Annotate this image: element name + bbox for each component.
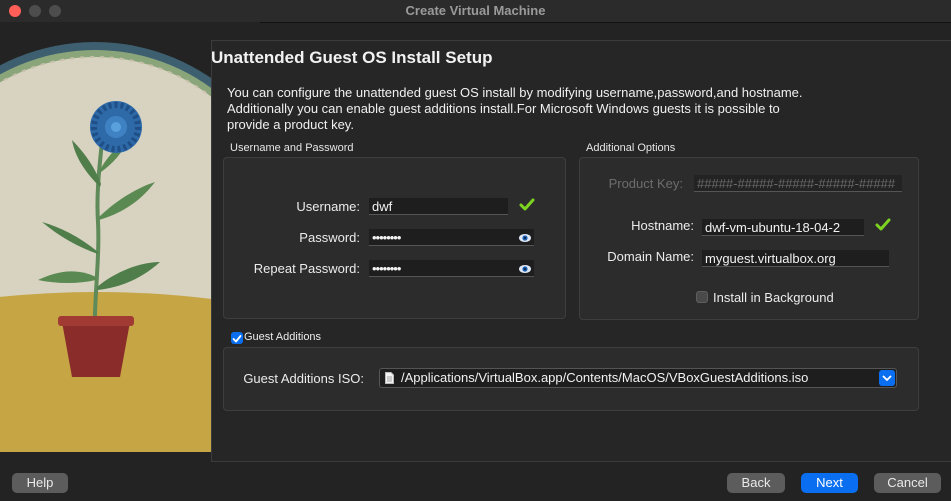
guest-additions-label: Guest Additions xyxy=(244,331,322,343)
username-field[interactable]: dwf xyxy=(369,198,508,215)
document-icon xyxy=(385,372,394,384)
chevron-down-icon xyxy=(882,375,892,381)
guest-additions-iso-selector[interactable]: /Applications/VirtualBox.app/Contents/Ma… xyxy=(379,368,897,388)
back-button[interactable]: Back xyxy=(727,473,785,493)
description-line: You can configure the unattended guest O… xyxy=(227,85,803,100)
guest-additions-checkbox[interactable] xyxy=(231,332,243,344)
password-field[interactable]: •••••••• xyxy=(369,229,534,246)
cancel-button[interactable]: Cancel xyxy=(874,473,941,493)
show-repeat-password-eye-icon[interactable] xyxy=(518,262,532,276)
guest-additions-iso-label: Guest Additions ISO: xyxy=(243,371,364,386)
show-password-eye-icon[interactable] xyxy=(518,231,532,245)
page-title: Unattended Guest OS Install Setup xyxy=(211,48,493,67)
product-key-field[interactable]: #####-#####-#####-#####-##### xyxy=(694,175,902,192)
repeat-password-label: Repeat Password: xyxy=(253,261,360,276)
domain-name-label: Domain Name: xyxy=(607,249,694,264)
description-line: provide a product key. xyxy=(227,117,354,132)
hostname-field[interactable]: dwf-vm-ubuntu-18-04-2 xyxy=(702,219,864,236)
options-group-label: Additional Options xyxy=(586,142,676,154)
checkmark-icon xyxy=(232,335,242,343)
title-bar: Create Virtual Machine xyxy=(0,0,951,23)
repeat-password-field[interactable]: •••••••• xyxy=(369,260,534,277)
next-button[interactable]: Next xyxy=(801,473,858,493)
iso-dropdown-button[interactable] xyxy=(879,370,895,386)
username-label: Username: xyxy=(296,199,360,214)
hostname-label: Hostname: xyxy=(631,218,694,233)
credentials-group-label: Username and Password xyxy=(230,142,354,154)
install-in-background-checkbox[interactable] xyxy=(696,291,708,303)
domain-name-field[interactable]: myguest.virtualbox.org xyxy=(702,250,889,267)
description-line: Additionally you can enable guest additi… xyxy=(227,101,780,116)
description-text: You can configure the unattended guest O… xyxy=(227,85,847,133)
hostname-valid-check-icon xyxy=(875,218,891,231)
password-label: Password: xyxy=(299,230,360,245)
product-key-label: Product Key: xyxy=(608,176,683,191)
username-valid-check-icon xyxy=(519,198,535,211)
guest-additions-iso-path: /Applications/VirtualBox.app/Contents/Ma… xyxy=(401,370,809,385)
install-in-background-label: Install in Background xyxy=(713,290,834,305)
help-button[interactable]: Help xyxy=(12,473,68,493)
window-title: Create Virtual Machine xyxy=(405,3,546,18)
